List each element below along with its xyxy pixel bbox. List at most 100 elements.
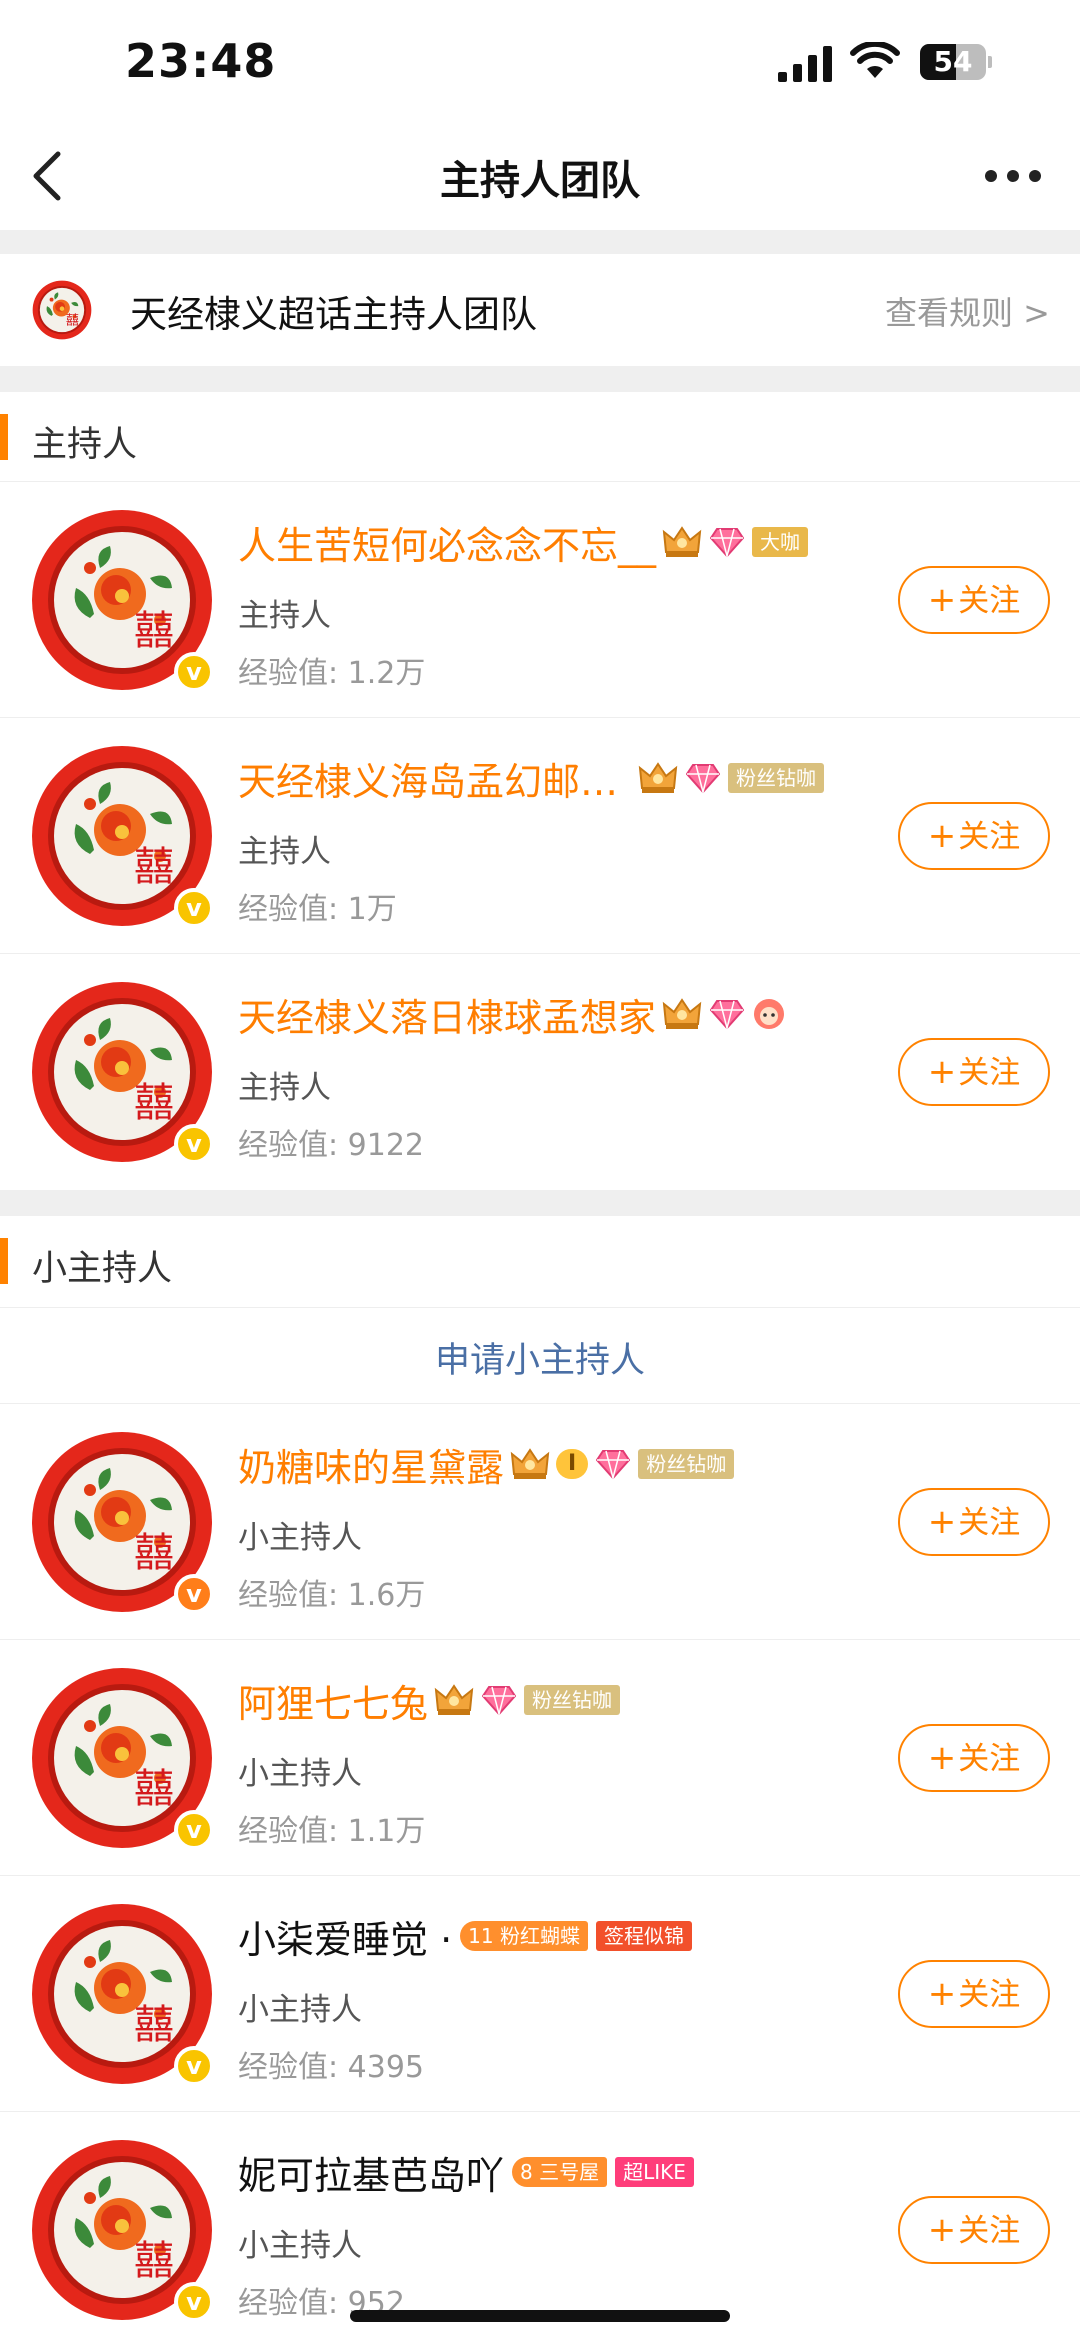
member-role: 小主持人: [238, 2228, 362, 2264]
follow-button[interactable]: +关注: [898, 2196, 1050, 2264]
verified-v-icon: v: [174, 1124, 214, 1164]
battery-icon: 54: [920, 44, 992, 80]
member-role: 小主持人: [238, 1520, 362, 1556]
follow-label: 关注: [958, 819, 1021, 855]
member-row[interactable]: v 小柒爱睡觉 · 11 粉红蝴蝶 签程似锦 小主持人 经验值: 4395 +关…: [0, 1876, 1080, 2112]
section-header-hosts: 主持人: [0, 392, 1080, 482]
member-tag: 超LIKE: [615, 2157, 694, 2187]
member-exp: 经验值: 1.2万: [238, 656, 426, 691]
avatar[interactable]: v: [30, 2138, 214, 2322]
member-row[interactable]: v 阿狸七七兔 粉丝钻咖 小主持人 经验值: 1.1万 +关注: [0, 1640, 1080, 1876]
team-avatar: [32, 280, 92, 340]
avatar[interactable]: v: [30, 1902, 214, 2086]
follow-label: 关注: [958, 1055, 1021, 1091]
name-line: 奶糖味的星黛露 I 粉丝钻咖: [238, 1437, 735, 1492]
section-title: 小主持人: [32, 1249, 173, 1289]
battery-level-text: 54: [933, 45, 973, 78]
plus-icon: +: [927, 1502, 957, 1542]
avatar[interactable]: v: [30, 1430, 214, 1614]
member-role: 主持人: [238, 598, 331, 634]
verified-v-icon: v: [174, 652, 214, 692]
member-row[interactable]: v 奶糖味的星黛露 I 粉丝钻咖 小主持人 经验值: 1.6万 +关注: [0, 1404, 1080, 1640]
page-title: 主持人团队: [440, 158, 640, 204]
apply-sub-host-row[interactable]: 申请小主持人: [0, 1308, 1080, 1404]
crown-icon: [662, 524, 702, 560]
member-row[interactable]: v 天经棣义落日棣球孟想家 主持人 经验值: 9122 +关注: [0, 954, 1080, 1190]
gem-icon: [686, 761, 720, 795]
member-exp: 经验值: 1.1万: [238, 1814, 426, 1849]
follow-label: 关注: [958, 1741, 1021, 1777]
verified-v-icon: v: [174, 1810, 214, 1850]
view-rules-link[interactable]: 查看规则 >: [885, 288, 1050, 334]
member-tag: 三号屋: [539, 2160, 600, 2184]
status-time: 23:48: [125, 34, 277, 88]
wifi-icon: [850, 42, 900, 78]
follow-label: 关注: [958, 1977, 1021, 2013]
member-name[interactable]: 天经棣义落日棣球孟想家: [238, 987, 656, 1042]
member-row[interactable]: v 天经棣义海岛孟幻邮… 粉丝钻咖 主持人 经验值: 1万 +关注: [0, 718, 1080, 954]
home-indicator[interactable]: [350, 2310, 730, 2322]
follow-label: 关注: [958, 2213, 1021, 2249]
member-tag: 粉丝钻咖: [524, 1685, 621, 1715]
member-name[interactable]: 阿狸七七兔: [238, 1673, 428, 1728]
member-role: 主持人: [238, 834, 331, 870]
name-line: 天经棣义落日棣球孟想家: [238, 988, 786, 1040]
level-badge: I: [556, 1449, 589, 1479]
name-line: 人生苦短何必念念不忘__ 大咖: [238, 515, 809, 570]
fan-level-badge: 8 三号屋: [512, 2157, 608, 2187]
member-exp: 经验值: 4395: [238, 2050, 424, 2085]
verified-v-icon: v: [174, 888, 214, 928]
avatar[interactable]: v: [30, 980, 214, 1164]
status-bar: 23:48 54: [0, 0, 1080, 120]
follow-label: 关注: [958, 583, 1021, 619]
crown-icon: [638, 760, 678, 796]
avatar[interactable]: v: [30, 1666, 214, 1850]
follow-button[interactable]: +关注: [898, 802, 1050, 870]
fan-level-badge: 11 粉红蝴蝶: [460, 1921, 588, 1951]
divider: [0, 366, 1080, 392]
gem-icon: [710, 525, 744, 559]
follow-button[interactable]: +关注: [898, 1960, 1050, 2028]
member-role: 主持人: [238, 1070, 331, 1106]
member-name[interactable]: 小柒爱睡觉 ·: [238, 1909, 452, 1964]
member-role: 小主持人: [238, 1756, 362, 1792]
team-name: 天经棣义超话主持人团队: [130, 293, 537, 336]
gem-icon: [710, 997, 744, 1031]
member-tag: 大咖: [752, 527, 809, 557]
member-name[interactable]: 天经棣义海岛孟幻邮…: [238, 751, 618, 806]
crown-icon: [662, 996, 702, 1032]
plus-icon: +: [927, 580, 957, 620]
verified-v-icon: v: [174, 1574, 214, 1614]
member-exp: 经验值: 1.6万: [238, 1578, 426, 1613]
member-tag: 粉丝钻咖: [638, 1449, 735, 1479]
more-dots-icon[interactable]: [985, 168, 1045, 184]
follow-label: 关注: [958, 1505, 1021, 1541]
member-exp: 经验值: 1万: [238, 892, 397, 927]
plus-icon: +: [927, 2210, 957, 2250]
fan-avatar-icon: [754, 999, 785, 1029]
member-tag: 粉丝钻咖: [728, 763, 825, 793]
section-header-sub-hosts: 小主持人: [0, 1216, 1080, 1308]
follow-button[interactable]: +关注: [898, 1038, 1050, 1106]
team-row[interactable]: 天经棣义超话主持人团队 查看规则 >: [0, 254, 1080, 366]
plus-icon: +: [927, 816, 957, 856]
nav-bar: 主持人团队: [0, 120, 1080, 230]
member-row[interactable]: v 人生苦短何必念念不忘__ 大咖 主持人 经验值: 1.2万 +关注: [0, 482, 1080, 718]
follow-button[interactable]: +关注: [898, 566, 1050, 634]
name-line: 妮可拉基芭岛吖 8 三号屋 超LIKE: [238, 2146, 694, 2198]
follow-button[interactable]: +关注: [898, 1488, 1050, 1556]
apply-sub-host-link[interactable]: 申请小主持人: [435, 1332, 645, 1383]
avatar[interactable]: v: [30, 508, 214, 692]
member-name[interactable]: 奶糖味的星黛露: [238, 1437, 504, 1492]
divider: [0, 1190, 1080, 1216]
member-row[interactable]: v 妮可拉基芭岛吖 8 三号屋 超LIKE 小主持人 经验值: 952 +关注: [0, 2112, 1080, 2337]
member-name[interactable]: 妮可拉基芭岛吖: [238, 2145, 504, 2200]
crown-icon: [434, 1682, 474, 1718]
follow-button[interactable]: +关注: [898, 1724, 1050, 1792]
plus-icon: +: [927, 1738, 957, 1778]
verified-v-icon: v: [174, 2046, 214, 2086]
avatar[interactable]: v: [30, 744, 214, 928]
member-name[interactable]: 人生苦短何必念念不忘__: [238, 515, 656, 570]
signal-icon: [778, 46, 832, 82]
fan-level-number: 11: [468, 1924, 494, 1948]
